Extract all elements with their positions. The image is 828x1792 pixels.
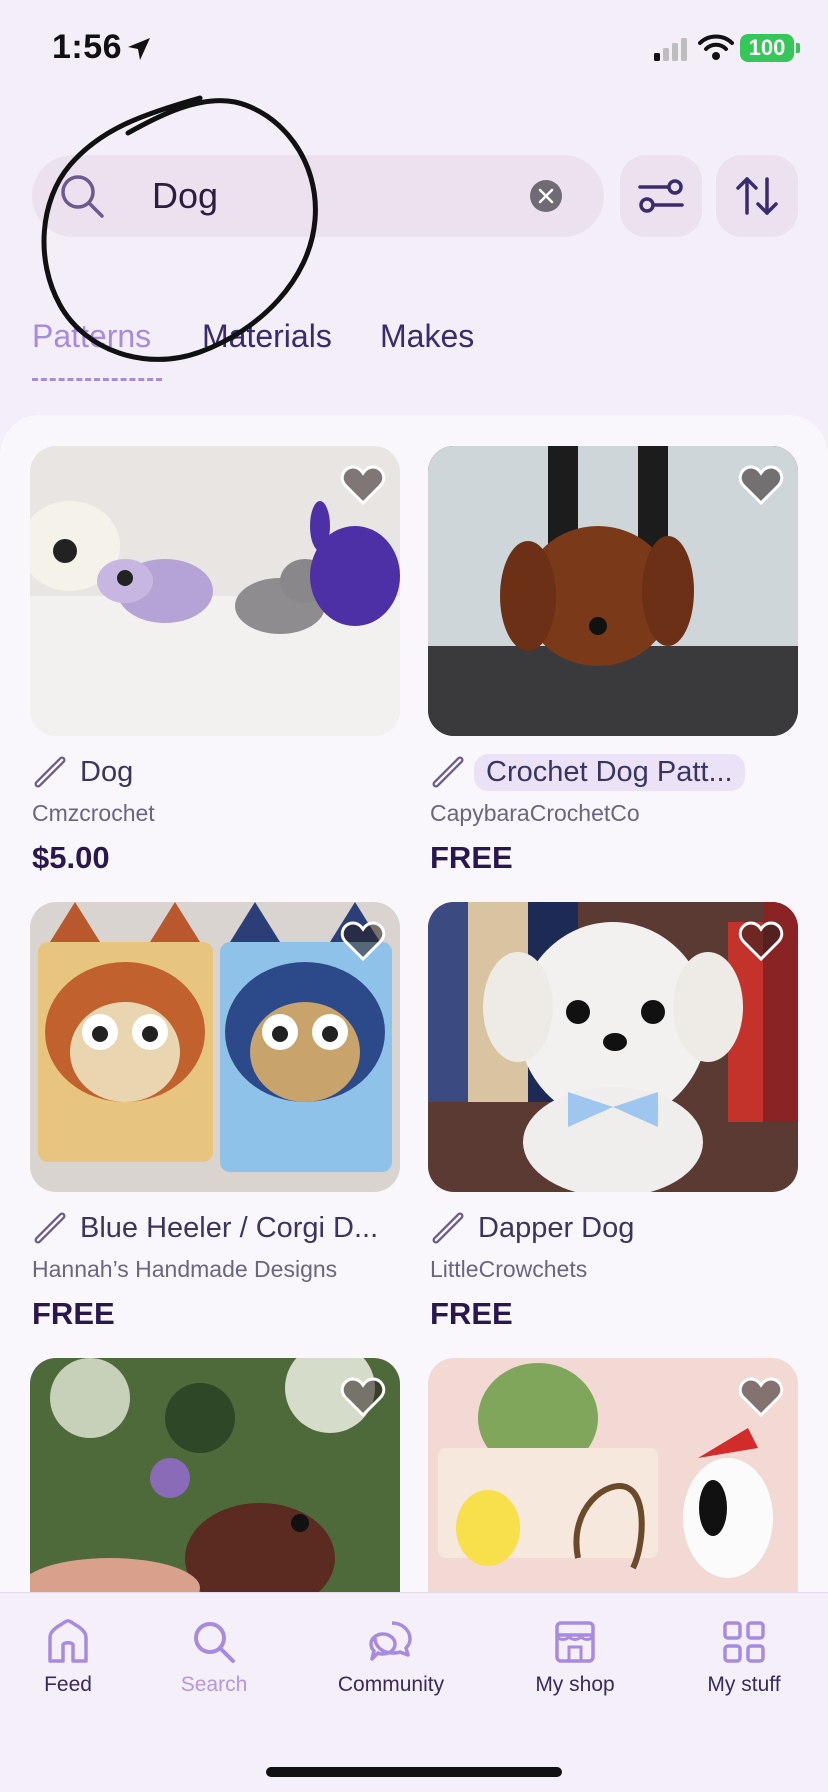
- location-arrow-icon: [128, 38, 150, 60]
- crochet-hook-icon: [432, 1212, 464, 1244]
- search-icon: [194, 1622, 235, 1663]
- card-author[interactable]: Hannah’s Handmade Designs: [32, 1256, 337, 1283]
- pattern-card[interactable]: Dog Cmzcrochet $5.00: [30, 446, 400, 875]
- home-indicator[interactable]: [266, 1767, 562, 1777]
- card-title-row: Crochet Dog Patt...: [430, 750, 798, 794]
- tab-patterns[interactable]: Patterns: [32, 318, 151, 355]
- bottom-navigation: Feed Search Community My shop My stuff: [0, 1592, 828, 1792]
- card-price: $5.00: [32, 840, 110, 875]
- home-icon: [48, 1619, 88, 1663]
- nav-label: Feed: [44, 1673, 92, 1696]
- card-price: FREE: [430, 840, 513, 875]
- filter-button[interactable]: [620, 155, 702, 237]
- tab-materials[interactable]: Materials: [202, 318, 332, 355]
- active-tab-indicator: [32, 378, 162, 381]
- nav-item-my-shop[interactable]: My shop: [500, 1619, 650, 1719]
- pattern-card[interactable]: Dapper Dog LittleCrowchets FREE: [428, 902, 798, 1331]
- cellular-signal-icon: [654, 38, 687, 61]
- heart-icon[interactable]: [738, 464, 784, 506]
- card-author[interactable]: LittleCrowchets: [430, 1256, 587, 1283]
- heart-icon[interactable]: [738, 920, 784, 962]
- shop-icon: [555, 1621, 595, 1663]
- pattern-card[interactable]: Blue Heeler / Corgi D... Hannah’s Handma…: [30, 902, 400, 1331]
- heart-icon[interactable]: [738, 1376, 784, 1418]
- results-panel: Dog Cmzcrochet $5.00 Crochet Dog Patt...…: [0, 415, 828, 1792]
- nav-label: Community: [337, 1673, 445, 1696]
- clear-search-button[interactable]: [530, 180, 562, 212]
- heart-icon[interactable]: [340, 464, 386, 506]
- card-price: FREE: [430, 1296, 513, 1331]
- nav-item-my-stuff[interactable]: My stuff: [669, 1619, 819, 1719]
- card-price: FREE: [32, 1296, 115, 1331]
- nav-item-community[interactable]: Community: [316, 1619, 466, 1719]
- nav-label: My stuff: [707, 1673, 781, 1696]
- search-icon: [61, 175, 104, 218]
- card-title: Dapper Dog: [478, 1211, 635, 1244]
- card-title-row: Dog: [32, 750, 400, 794]
- grid-icon: [723, 1621, 765, 1663]
- pattern-photo: [428, 446, 798, 736]
- sort-button[interactable]: [716, 155, 798, 237]
- clear-icon: [538, 188, 554, 204]
- crochet-hook-icon: [34, 1212, 66, 1244]
- card-title-row: Blue Heeler / Corgi D...: [32, 1206, 400, 1250]
- status-bar: 1:56 100: [0, 0, 828, 100]
- search-input[interactable]: [152, 175, 532, 217]
- nav-item-feed[interactable]: Feed: [0, 1619, 143, 1719]
- battery-indicator: 100: [740, 34, 800, 62]
- chat-bubbles-icon: [369, 1621, 412, 1661]
- search-bar[interactable]: [32, 155, 604, 237]
- card-title-row: Dapper Dog: [430, 1206, 798, 1250]
- card-title: Crochet Dog Patt...: [474, 753, 745, 791]
- card-author[interactable]: Cmzcrochet: [32, 800, 155, 827]
- heart-icon[interactable]: [340, 1376, 386, 1418]
- crochet-hook-icon: [34, 756, 66, 788]
- nav-label: Search: [180, 1673, 248, 1696]
- status-time: 1:56: [52, 28, 123, 66]
- pattern-card[interactable]: Crochet Dog Patt... CapybaraCrochetCo FR…: [428, 446, 798, 875]
- crochet-hook-icon: [432, 756, 464, 788]
- filter-sliders-icon: [638, 179, 684, 213]
- wifi-icon: [698, 34, 734, 60]
- card-title: Dog: [80, 755, 134, 788]
- pattern-photo: [30, 446, 400, 736]
- card-author[interactable]: CapybaraCrochetCo: [430, 800, 640, 827]
- pattern-photo: [428, 902, 798, 1192]
- tab-makes[interactable]: Makes: [380, 318, 474, 355]
- heart-icon[interactable]: [340, 920, 386, 962]
- sort-arrows-icon: [736, 177, 778, 215]
- nav-item-search[interactable]: Search: [139, 1619, 289, 1719]
- nav-label: My shop: [535, 1673, 615, 1696]
- pattern-photo: [30, 902, 400, 1192]
- card-title: Blue Heeler / Corgi D...: [80, 1211, 379, 1244]
